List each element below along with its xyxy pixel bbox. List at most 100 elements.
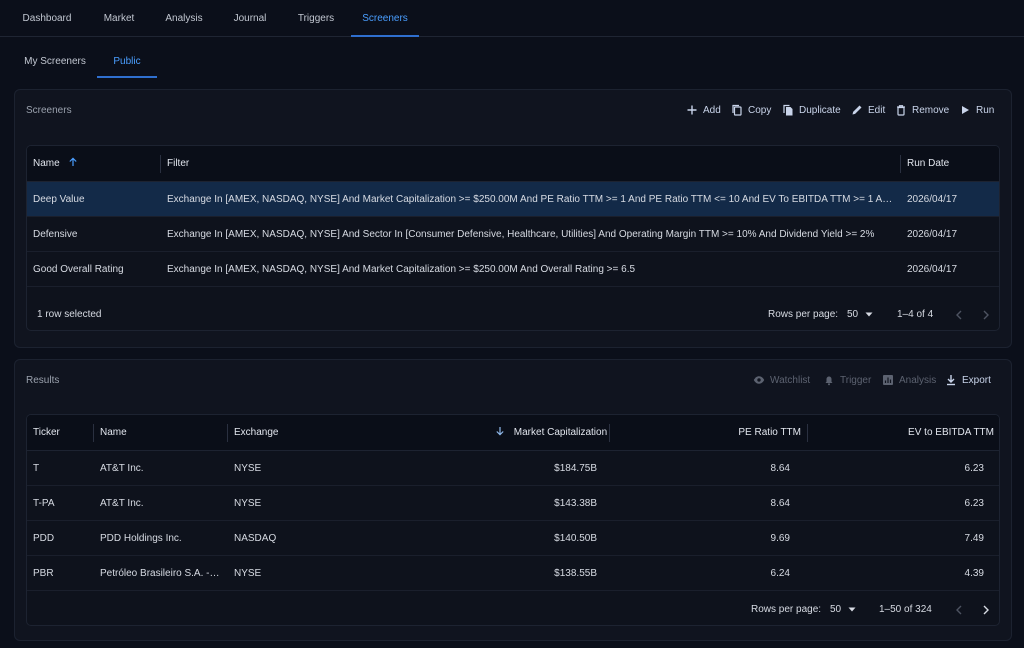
prev-page-button[interactable]	[951, 297, 967, 330]
ticker-cell: T	[33, 463, 40, 474]
next-page-button[interactable]	[978, 592, 994, 625]
market-cap-cell: $138.55B	[554, 568, 597, 579]
tab-screeners[interactable]: Screeners	[351, 0, 419, 37]
exchange-cell: NYSE	[234, 568, 262, 579]
rows-per-page-value: 50	[830, 604, 842, 615]
column-market-cap[interactable]: Market Capitalization	[495, 415, 607, 451]
column-separator[interactable]	[160, 155, 161, 173]
arrow-down-icon	[496, 427, 504, 436]
chevron-left-icon	[956, 605, 962, 614]
screener-name: Defensive	[33, 229, 78, 240]
edit-label: Edit	[868, 104, 886, 116]
column-exchange[interactable]: Exchange	[234, 415, 278, 451]
next-page-button[interactable]	[978, 297, 994, 330]
table-row[interactable]: PBR Petróleo Brasileiro S.A. - Petrobras…	[27, 556, 999, 591]
screener-run-date: 2026/04/17	[907, 194, 958, 205]
column-pe-ratio[interactable]: PE Ratio TTM	[627, 415, 801, 451]
column-filter[interactable]: Filter	[167, 146, 189, 182]
tab-analysis[interactable]: Analysis	[156, 0, 212, 37]
exchange-cell: NYSE	[234, 463, 262, 474]
pagination-range: 1–4 of 4	[897, 309, 934, 320]
column-separator[interactable]	[609, 424, 610, 442]
company-name-cell: Petróleo Brasileiro S.A. - Petrobras	[100, 568, 222, 579]
column-name[interactable]: Name	[33, 146, 78, 182]
screeners-table-header: Name Filter Run Date	[27, 146, 999, 182]
arrow-up-icon	[69, 157, 78, 166]
column-ticker[interactable]: Ticker	[33, 415, 60, 451]
tab-triggers[interactable]: Triggers	[288, 0, 344, 37]
copy-icon	[732, 104, 742, 116]
table-row[interactable]: T-PA AT&T Inc. NYSE $143.38B 8.64 6.23	[27, 486, 999, 521]
rows-per-page-label: Rows per page:	[751, 604, 822, 615]
rows-per-page-select[interactable]: 50	[847, 297, 877, 330]
ticker-cell: T-PA	[33, 498, 55, 509]
screener-name: Deep Value	[33, 194, 85, 205]
run-label: Run	[976, 104, 995, 116]
column-run-date[interactable]: Run Date	[907, 146, 949, 182]
trigger-button[interactable]: Trigger	[823, 360, 871, 400]
ev-ebitda-cell: 6.23	[964, 498, 984, 509]
tab-my-screeners[interactable]: My Screeners	[14, 45, 96, 78]
market-cap-cell: $140.50B	[554, 533, 597, 544]
screener-filter: Exchange In [AMEX, NASDAQ, NYSE] And Sec…	[167, 229, 875, 240]
results-table: Ticker Name Exchange Market Capitalizati…	[26, 414, 1000, 626]
ev-ebitda-cell: 4.39	[964, 568, 984, 579]
watchlist-button[interactable]: Watchlist	[753, 360, 810, 400]
add-button[interactable]: Add	[686, 90, 721, 130]
duplicate-label: Duplicate	[799, 104, 841, 116]
rows-per-page-label: Rows per page:	[768, 309, 839, 320]
chevron-left-icon	[956, 310, 962, 319]
column-name-label: Name	[33, 158, 60, 169]
pagination-range: 1–50 of 324	[879, 604, 932, 615]
table-row[interactable]: Deep Value Exchange In [AMEX, NASDAQ, NY…	[27, 182, 999, 217]
trigger-label: Trigger	[840, 374, 872, 386]
chevron-right-icon	[983, 605, 989, 614]
table-row[interactable]: Defensive Exchange In [AMEX, NASDAQ, NYS…	[27, 217, 999, 252]
column-market-cap-label: Market Capitalization	[513, 427, 608, 438]
results-table-header: Ticker Name Exchange Market Capitalizati…	[27, 415, 999, 451]
column-ev-ebitda[interactable]: EV to EBITDA TTM	[827, 415, 994, 451]
table-row[interactable]: Good Overall Rating Exchange In [AMEX, N…	[27, 252, 999, 287]
screener-run-date: 2026/04/17	[907, 264, 958, 275]
tab-market[interactable]: Market	[94, 0, 144, 37]
analysis-label: Analysis	[899, 374, 937, 386]
column-separator[interactable]	[93, 424, 94, 442]
play-icon	[962, 106, 969, 114]
column-separator[interactable]	[807, 424, 808, 442]
table-row[interactable]: PDD PDD Holdings Inc. NASDAQ $140.50B 9.…	[27, 521, 999, 556]
table-row[interactable]: T AT&T Inc. NYSE $184.75B 8.64 6.23	[27, 451, 999, 486]
screeners-table-footer: 1 row selected Rows per page: 50 1–4 of …	[27, 297, 999, 330]
copy-label: Copy	[748, 104, 772, 116]
caret-down-icon	[848, 607, 856, 612]
run-button[interactable]: Run	[959, 90, 994, 130]
pe-ratio-cell: 9.69	[770, 533, 790, 544]
tab-journal[interactable]: Journal	[224, 0, 276, 37]
analysis-button[interactable]: Analysis	[882, 360, 936, 400]
column-separator[interactable]	[227, 424, 228, 442]
copy-button[interactable]: Copy	[731, 90, 771, 130]
screeners-table: Name Filter Run Date Deep Value Exchange…	[26, 145, 1000, 331]
duplicate-button[interactable]: Duplicate	[782, 90, 841, 130]
chevron-right-icon	[983, 310, 989, 319]
tab-public[interactable]: Public	[97, 45, 157, 78]
export-label: Export	[962, 374, 991, 386]
exchange-cell: NYSE	[234, 498, 262, 509]
screeners-panel-title: Screeners	[26, 105, 72, 116]
trash-icon	[897, 105, 905, 116]
prev-page-button[interactable]	[951, 592, 967, 625]
exchange-cell: NASDAQ	[234, 533, 277, 544]
tab-dashboard[interactable]: Dashboard	[14, 0, 80, 37]
edit-button[interactable]: Edit	[851, 90, 885, 130]
column-separator[interactable]	[900, 155, 901, 173]
remove-label: Remove	[912, 104, 950, 116]
export-button[interactable]: Export	[945, 360, 991, 400]
column-name[interactable]: Name	[100, 415, 127, 451]
screeners-panel: Screeners Add Copy Duplicate Edit Remove…	[14, 89, 1012, 348]
duplicate-icon	[783, 104, 793, 116]
company-name-cell: AT&T Inc.	[100, 463, 144, 474]
market-cap-cell: $143.38B	[554, 498, 597, 509]
ticker-cell: PDD	[33, 533, 55, 544]
remove-button[interactable]: Remove	[895, 90, 949, 130]
rows-per-page-select[interactable]: 50	[830, 592, 860, 625]
screener-run-date: 2026/04/17	[907, 229, 958, 240]
